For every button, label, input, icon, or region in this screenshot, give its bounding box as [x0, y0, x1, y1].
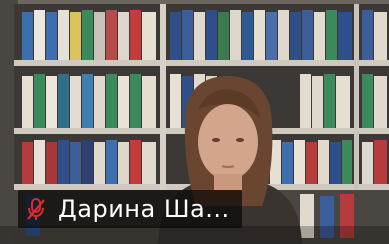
participant-name: Дарина Ша... — [58, 195, 230, 223]
participant-name-overlay: Дарина Ша... — [18, 190, 242, 228]
mic-muted-icon — [24, 196, 48, 222]
participant-video-tile[interactable]: Дарина Ша... — [0, 0, 389, 244]
